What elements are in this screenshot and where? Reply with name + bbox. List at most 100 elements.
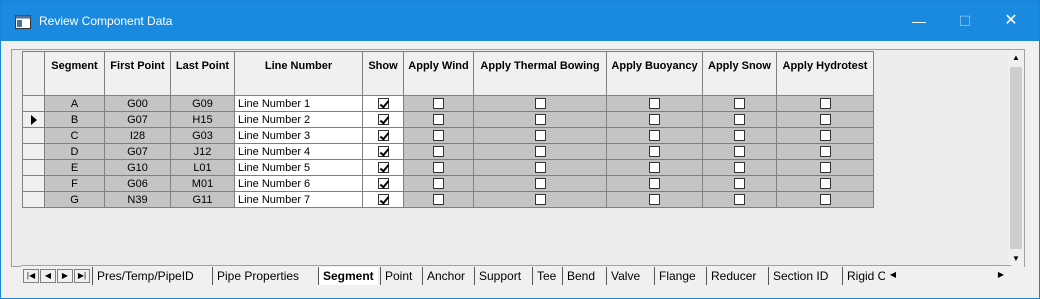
line-number-cell[interactable]: Line Number 5 — [234, 159, 363, 176]
table-row[interactable]: B G07 H15 Line Number 2 — [22, 111, 874, 128]
apply-buoyancy-checkbox[interactable] — [649, 146, 660, 158]
show-checkbox[interactable] — [377, 194, 389, 206]
line-number-cell[interactable]: Line Number 4 — [234, 143, 363, 160]
tab-support[interactable]: Support — [474, 267, 525, 285]
show-checkbox[interactable] — [377, 98, 389, 110]
column-header-apply-wind[interactable]: Apply Wind — [403, 51, 474, 96]
tab-point[interactable]: Point — [380, 267, 416, 285]
apply-wind-checkbox[interactable] — [433, 114, 444, 126]
column-header-apply-snow[interactable]: Apply Snow — [702, 51, 777, 96]
tab-section-id[interactable]: Section ID — [768, 267, 832, 285]
row-selector[interactable] — [22, 191, 45, 208]
tab-anchor[interactable]: Anchor — [422, 267, 469, 285]
tab-segment[interactable]: Segment — [318, 267, 378, 285]
tab-pipe-properties[interactable]: Pipe Properties — [212, 267, 303, 285]
column-header-apply-hydrotest[interactable]: Apply Hydrotest — [776, 51, 874, 96]
tab-pres-temp-pipeid[interactable]: Pres/Temp/PipeID — [92, 267, 198, 285]
apply-buoyancy-checkbox-cell[interactable] — [606, 159, 703, 176]
tab-reducer[interactable]: Reducer — [706, 267, 760, 285]
show-checkbox-cell[interactable] — [362, 175, 404, 192]
horizontal-scrollbar[interactable]: ◀ ▶ — [885, 267, 1009, 283]
apply-wind-checkbox[interactable] — [433, 194, 444, 206]
apply-buoyancy-checkbox-cell[interactable] — [606, 111, 703, 128]
row-selector[interactable] — [22, 175, 45, 192]
apply-wind-checkbox-cell[interactable] — [403, 191, 474, 208]
apply-buoyancy-checkbox[interactable] — [649, 162, 660, 174]
apply-buoyancy-checkbox[interactable] — [649, 114, 660, 126]
apply-buoyancy-checkbox-cell[interactable] — [606, 191, 703, 208]
apply-wind-checkbox-cell[interactable] — [403, 175, 474, 192]
apply-thermal-bowing-checkbox-cell[interactable] — [473, 159, 607, 176]
show-checkbox[interactable] — [377, 162, 389, 174]
apply-wind-checkbox[interactable] — [433, 130, 444, 142]
line-number-cell[interactable]: Line Number 1 — [234, 95, 363, 112]
apply-thermal-bowing-checkbox[interactable] — [534, 114, 546, 126]
apply-wind-checkbox[interactable] — [433, 98, 444, 110]
apply-thermal-bowing-checkbox-cell[interactable] — [473, 95, 607, 112]
column-header-apply-thermal-bowing[interactable]: Apply Thermal Bowing — [473, 51, 607, 96]
apply-buoyancy-checkbox-cell[interactable] — [606, 175, 703, 192]
apply-wind-checkbox-cell[interactable] — [403, 95, 474, 112]
minimize-button[interactable]: — — [896, 1, 942, 41]
apply-snow-checkbox-cell[interactable] — [702, 95, 777, 112]
apply-hydrotest-checkbox[interactable] — [819, 178, 831, 190]
show-checkbox-cell[interactable] — [362, 191, 404, 208]
apply-buoyancy-checkbox-cell[interactable] — [606, 143, 703, 160]
apply-snow-checkbox[interactable] — [734, 114, 745, 126]
show-checkbox[interactable] — [377, 146, 389, 158]
apply-hydrotest-checkbox[interactable] — [819, 146, 831, 158]
last-tab-icon[interactable]: ▶| — [74, 269, 90, 283]
apply-hydrotest-checkbox-cell[interactable] — [776, 191, 874, 208]
table-row[interactable]: E G10 L01 Line Number 5 — [22, 159, 874, 176]
tab-flange[interactable]: Flange — [654, 267, 700, 285]
apply-wind-checkbox-cell[interactable] — [403, 111, 474, 128]
column-header-last-point[interactable]: Last Point — [170, 51, 235, 96]
next-tab-icon[interactable]: ▶ — [57, 269, 73, 283]
show-checkbox-cell[interactable] — [362, 95, 404, 112]
column-header-line-number[interactable]: Line Number — [234, 51, 363, 96]
apply-hydrotest-checkbox[interactable] — [819, 194, 831, 206]
column-header-first-point[interactable]: First Point — [104, 51, 171, 96]
column-header-show[interactable]: Show — [362, 51, 404, 96]
title-bar[interactable]: Review Component Data — ☐ ✕ — [1, 1, 1039, 41]
apply-wind-checkbox[interactable] — [433, 162, 444, 174]
apply-hydrotest-checkbox[interactable] — [819, 114, 831, 126]
horizontal-scroll-thumb[interactable] — [903, 269, 983, 281]
show-checkbox[interactable] — [377, 130, 389, 142]
row-selector[interactable] — [22, 159, 45, 176]
table-row[interactable]: C I28 G03 Line Number 3 — [22, 127, 874, 144]
tab-tee[interactable]: Tee — [532, 267, 560, 285]
apply-hydrotest-checkbox-cell[interactable] — [776, 159, 874, 176]
apply-thermal-bowing-checkbox[interactable] — [534, 98, 546, 110]
show-checkbox-cell[interactable] — [362, 143, 404, 160]
apply-hydrotest-checkbox[interactable] — [819, 162, 831, 174]
column-header-segment[interactable]: Segment — [44, 51, 105, 96]
table-row[interactable]: F G06 M01 Line Number 6 — [22, 175, 874, 192]
scroll-up-arrow-icon[interactable]: ▲ — [1008, 50, 1024, 66]
close-button[interactable]: ✕ — [988, 1, 1034, 41]
apply-thermal-bowing-checkbox[interactable] — [534, 146, 546, 158]
apply-buoyancy-checkbox-cell[interactable] — [606, 127, 703, 144]
apply-thermal-bowing-checkbox-cell[interactable] — [473, 127, 607, 144]
line-number-cell[interactable]: Line Number 3 — [234, 127, 363, 144]
apply-hydrotest-checkbox-cell[interactable] — [776, 95, 874, 112]
apply-wind-checkbox-cell[interactable] — [403, 143, 474, 160]
apply-hydrotest-checkbox-cell[interactable] — [776, 143, 874, 160]
show-checkbox[interactable] — [377, 178, 389, 190]
apply-buoyancy-checkbox[interactable] — [649, 130, 660, 142]
apply-hydrotest-checkbox[interactable] — [819, 98, 831, 110]
apply-buoyancy-checkbox[interactable] — [649, 194, 660, 206]
line-number-cell[interactable]: Line Number 7 — [234, 191, 363, 208]
column-header-apply-buoyancy[interactable]: Apply Buoyancy — [606, 51, 703, 96]
apply-snow-checkbox[interactable] — [734, 98, 745, 110]
tab-bend[interactable]: Bend — [562, 267, 599, 285]
line-number-cell[interactable]: Line Number 6 — [234, 175, 363, 192]
previous-tab-icon[interactable]: ◀ — [40, 269, 56, 283]
apply-thermal-bowing-checkbox-cell[interactable] — [473, 191, 607, 208]
apply-snow-checkbox[interactable] — [734, 162, 745, 174]
apply-thermal-bowing-checkbox[interactable] — [534, 194, 546, 206]
apply-thermal-bowing-checkbox[interactable] — [534, 130, 546, 142]
apply-snow-checkbox-cell[interactable] — [702, 175, 777, 192]
apply-thermal-bowing-checkbox-cell[interactable] — [473, 143, 607, 160]
row-selector[interactable] — [22, 95, 45, 112]
